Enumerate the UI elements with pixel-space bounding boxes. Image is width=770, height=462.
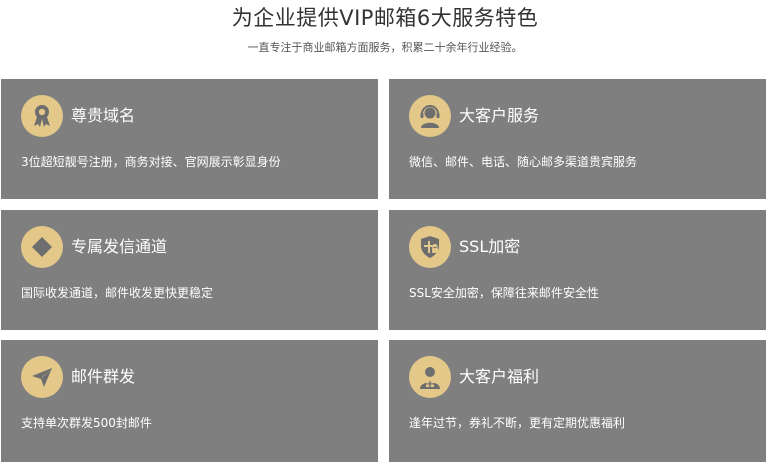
feature-title: 尊贵域名 [71, 106, 136, 125]
feature-title: 邮件群发 [71, 367, 136, 386]
feature-card-vip-service[interactable]: 大客户服务 微信、邮件、电话、随心邮多渠道贵宾服务 [389, 79, 766, 199]
page: 为企业提供VIP邮箱6大服务特色 一直专注于商业邮箱方面服务，积累二十余年行业经… [0, 0, 770, 462]
customer-service-headset-icon [409, 95, 451, 137]
feature-title: SSL加密 [459, 237, 521, 256]
paper-plane-icon [21, 356, 63, 398]
feature-description: SSL安全加密，保障往来邮件安全性 [409, 286, 599, 300]
feature-title: 大客户服务 [459, 106, 540, 125]
feature-grid: 尊贵域名 3位超短靓号注册，商务对接、官网展示彰显身份 大客户服务 微信、邮件、… [0, 79, 770, 462]
feature-card-mass-mailing[interactable]: 邮件群发 支持单次群发500封邮件 [1, 340, 378, 462]
award-medal-icon [21, 95, 63, 137]
feature-card-vip-benefits[interactable]: 大客户福利 逢年过节，券礼不断，更有定期优惠福利 [389, 340, 766, 462]
feature-card-ssl-encryption[interactable]: SSL加密 SSL安全加密，保障往来邮件安全性 [389, 210, 766, 330]
feature-description: 微信、邮件、电话、随心邮多渠道贵宾服务 [409, 155, 638, 169]
page-subtitle: 一直专注于商业邮箱方面服务，积累二十余年行业经验。 [247, 41, 523, 54]
feature-card-premium-domain[interactable]: 尊贵域名 3位超短靓号注册，商务对接、官网展示彰显身份 [1, 79, 378, 199]
feature-description: 逢年过节，券礼不断，更有定期优惠福利 [409, 416, 626, 430]
feature-description: 国际收发通道，邮件收发更快更稳定 [21, 286, 214, 300]
feature-description: 支持单次群发500封邮件 [21, 416, 152, 430]
feature-title: 大客户福利 [459, 367, 540, 386]
diamond-icon [21, 226, 63, 268]
user-gift-icon [409, 356, 451, 398]
feature-title: 专属发信通道 [71, 237, 168, 256]
feature-card-dedicated-channel[interactable]: 专属发信通道 国际收发通道，邮件收发更快更稳定 [1, 210, 378, 330]
feature-description: 3位超短靓号注册，商务对接、官网展示彰显身份 [21, 155, 281, 169]
page-title: 为企业提供VIP邮箱6大服务特色 [231, 6, 539, 30]
shield-lock-icon [409, 226, 451, 268]
